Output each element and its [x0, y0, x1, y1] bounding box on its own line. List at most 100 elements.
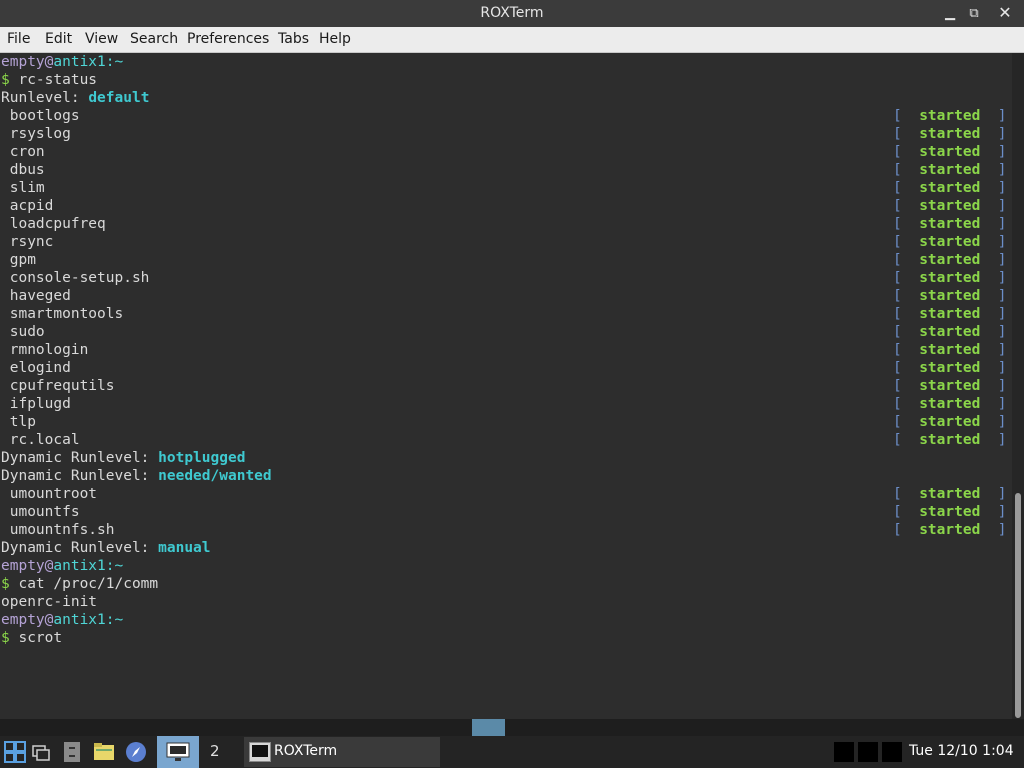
service-status: [ started ]	[893, 413, 1007, 431]
service-status: [ started ]	[893, 251, 1007, 269]
service-status: [ started ]	[893, 143, 1007, 161]
status-bracket-close: ]	[997, 324, 1007, 340]
service-row: sudo	[1, 323, 45, 341]
status-text: started	[919, 342, 981, 358]
service-row: tlp	[1, 413, 36, 431]
app-menu-button[interactable]	[2, 739, 28, 765]
tray-icon-1[interactable]	[834, 742, 854, 762]
menu-view[interactable]: View	[85, 31, 118, 47]
tray-icon-2[interactable]	[858, 742, 878, 762]
prompt-user: empty	[1, 612, 45, 628]
status-text: started	[919, 108, 981, 124]
service-status: [ started ]	[893, 107, 1007, 125]
status-bracket-open: [	[893, 162, 902, 178]
status-bracket-close: ]	[997, 522, 1007, 538]
status-text: started	[919, 486, 981, 502]
service-row: dbus	[1, 161, 45, 179]
status-bracket-open: [	[893, 396, 902, 412]
service-name: sudo	[9, 324, 45, 340]
dynamic-runlevel-line: Dynamic Runlevel: hotplugged	[1, 449, 245, 467]
menu-tabs[interactable]: Tabs	[278, 31, 309, 47]
status-bracket-open: [	[893, 216, 902, 232]
runlevel-label: Dynamic Runlevel:	[1, 540, 159, 556]
service-row: bootlogs	[1, 107, 80, 125]
file-cabinet-icon	[64, 742, 80, 762]
desktop-2-button[interactable]: 2	[210, 742, 220, 760]
service-name: bootlogs	[9, 108, 80, 124]
vertical-scrollbar[interactable]	[1012, 53, 1024, 719]
service-status: [ started ]	[893, 377, 1007, 395]
scrollbar-thumb[interactable]	[1015, 493, 1021, 718]
prompt-host: antix1	[53, 558, 106, 574]
monitor-icon	[166, 742, 190, 761]
service-status: [ started ]	[893, 359, 1007, 377]
service-row: gpm	[1, 251, 36, 269]
status-text: started	[919, 306, 981, 322]
status-bracket-close: ]	[997, 252, 1007, 268]
prompt-path: :~	[105, 612, 124, 628]
service-status: [ started ]	[893, 521, 1007, 539]
status-bracket-open: [	[893, 252, 902, 268]
service-name: smartmontools	[9, 306, 124, 322]
service-row: rsyslog	[1, 125, 71, 143]
close-button[interactable]: ✕	[990, 1, 1020, 23]
prompt-path: :~	[105, 558, 124, 574]
menu-edit[interactable]: Edit	[45, 31, 72, 47]
status-bracket-close: ]	[997, 144, 1007, 160]
service-status: [ started ]	[893, 485, 1007, 503]
dynamic-runlevel-line: Dynamic Runlevel: needed/wanted	[1, 467, 272, 485]
prompt-user: empty	[1, 54, 45, 70]
tray-icon-3[interactable]	[882, 742, 902, 762]
folder-icon	[94, 743, 114, 760]
prompt-user: empty	[1, 558, 45, 574]
menu-file[interactable]: File	[7, 31, 30, 47]
status-bracket-close: ]	[997, 216, 1007, 232]
service-row: console-setup.sh	[1, 269, 150, 287]
service-name: console-setup.sh	[9, 270, 150, 286]
service-status: [ started ]	[893, 161, 1007, 179]
service-row: umountnfs.sh	[1, 521, 115, 539]
status-bracket-close: ]	[997, 180, 1007, 196]
prompt-line: empty@antix1:~	[1, 611, 123, 629]
command-line: $ rc-status	[1, 71, 97, 89]
folder-launcher[interactable]	[91, 739, 117, 765]
status-text: started	[919, 360, 981, 376]
browser-launcher[interactable]	[123, 739, 149, 765]
maximize-button[interactable]: ⧉	[963, 3, 985, 23]
clock[interactable]: Tue 12/10 1:04	[909, 743, 1014, 759]
status-bracket-open: [	[893, 432, 902, 448]
status-bracket-open: [	[893, 306, 902, 322]
menu-preferences[interactable]: Preferences	[187, 31, 269, 47]
resize-handle[interactable]	[472, 719, 505, 736]
minimize-button[interactable]: ▁	[939, 3, 961, 23]
status-bracket-close: ]	[997, 360, 1007, 376]
task-button-roxterm[interactable]: ROXTerm	[244, 737, 440, 767]
file-manager-launcher[interactable]	[59, 739, 85, 765]
prompt-path: :~	[105, 54, 124, 70]
service-row: haveged	[1, 287, 71, 305]
service-row: ifplugd	[1, 395, 71, 413]
service-row: cron	[1, 143, 45, 161]
menu-help[interactable]: Help	[319, 31, 351, 47]
service-name: slim	[9, 180, 45, 196]
service-name: dbus	[9, 162, 45, 178]
service-row: rc.local	[1, 431, 80, 449]
runlevel-label: Runlevel:	[1, 90, 89, 106]
output-line: openrc-init	[1, 594, 98, 610]
service-status: [ started ]	[893, 197, 1007, 215]
service-row: rsync	[1, 233, 54, 251]
compass-icon	[126, 742, 146, 762]
menu-search[interactable]: Search	[130, 31, 178, 47]
desktop-1-button[interactable]	[157, 736, 199, 768]
show-desktop-button[interactable]	[28, 739, 54, 765]
service-status: [ started ]	[893, 431, 1007, 449]
service-row: smartmontools	[1, 305, 124, 323]
terminal-area[interactable]: empty@antix1:~ $ rc-status Runlevel: def…	[0, 53, 1012, 719]
service-status: [ started ]	[893, 503, 1007, 521]
maximize-icon: ⧉	[969, 5, 979, 21]
status-bracket-open: [	[893, 342, 902, 358]
status-text: started	[919, 216, 981, 232]
status-bracket-close: ]	[997, 342, 1007, 358]
status-bracket-open: [	[893, 504, 902, 520]
service-name: rsyslog	[9, 126, 71, 142]
